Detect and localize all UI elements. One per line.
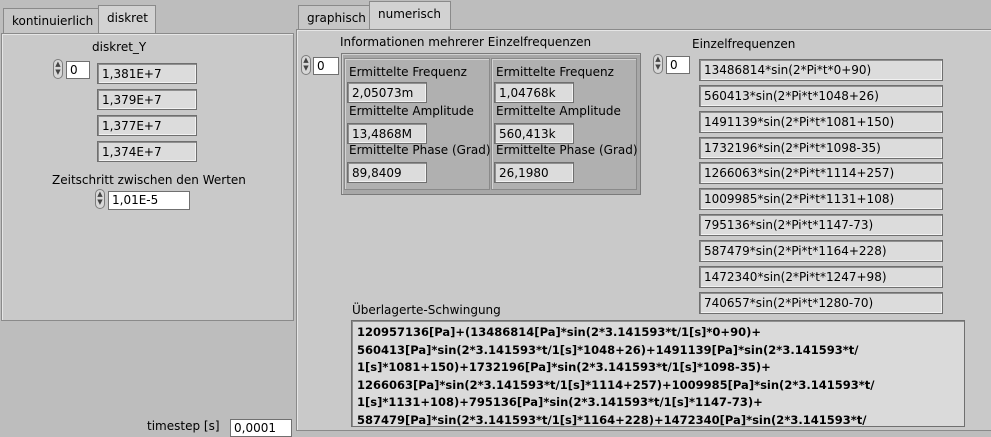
diskret-y-label: diskret_Y	[92, 40, 147, 54]
diskret-value-1: 1,379E+7	[97, 89, 197, 110]
overlay-text: 120957136[Pa]+(13486814[Pa]*sin(2*3.1415…	[351, 320, 965, 427]
diskret-index-input[interactable]: 0	[66, 61, 90, 79]
einzel-index-input[interactable]: 0	[666, 56, 690, 74]
diskret-value-0: 1,381E+7	[97, 63, 197, 84]
zeitschritt-input[interactable]: 1,01E-5	[108, 191, 190, 210]
cluster1-freq-value: 1,04768k	[494, 82, 574, 103]
einzel-item-3: 1732196*sin(2*Pi*t*1098-35)	[699, 137, 943, 159]
einzel-item-2: 1491139*sin(2*Pi*t*1081+150)	[699, 111, 943, 133]
info-label: Informationen mehrerer Einzelfrequenzen	[340, 35, 592, 49]
einzel-label: Einzelfrequenzen	[692, 37, 796, 51]
cluster1-amp-label: Ermittelte Amplitude	[496, 104, 621, 118]
cluster0-freq-label: Ermittelte Frequenz	[349, 65, 467, 79]
cluster1-phase-label: Ermittelte Phase (Grad)	[496, 143, 638, 157]
einzel-item-1: 560413*sin(2*Pi*t*1048+26)	[699, 85, 943, 107]
einzel-item-0: 13486814*sin(2*Pi*t*0+90)	[699, 59, 943, 81]
diskret-value-2: 1,377E+7	[97, 115, 197, 136]
cluster1-amp-value: 560,413k	[494, 123, 574, 144]
cluster1-freq-label: Ermittelte Frequenz	[496, 65, 614, 79]
zeitschritt-label: Zeitschritt zwischen den Werten	[52, 173, 246, 187]
cluster0-freq-value: 2,05073m	[347, 82, 427, 103]
einzel-item-8: 1472340*sin(2*Pi*t*1247+98)	[699, 266, 943, 288]
tab-numerisch[interactable]: numerisch	[369, 1, 451, 30]
einzel-item-7: 587479*sin(2*Pi*t*1164+228)	[699, 240, 943, 262]
cluster0-phase-label: Ermittelte Phase (Grad)	[349, 143, 491, 157]
info-index-input[interactable]: 0	[313, 57, 339, 75]
einzel-item-4: 1266063*sin(2*Pi*t*1114+257)	[699, 162, 943, 184]
einzel-item-9: 740657*sin(2*Pi*t*1280-70)	[699, 292, 943, 314]
tab-kontinuierlich[interactable]: kontinuierlich	[3, 8, 99, 34]
einzel-index-spinner[interactable]: ▲ ▼	[653, 54, 663, 74]
cluster0-amp-label: Ermittelte Amplitude	[349, 104, 474, 118]
tab-graphisch[interactable]: graphisch	[298, 5, 370, 31]
tab-diskret[interactable]: diskret	[98, 5, 156, 34]
diskret-value-3: 1,374E+7	[97, 141, 197, 162]
cluster0-amp-value: 13,4868M	[347, 123, 427, 144]
einzel-item-6: 795136*sin(2*Pi*t*1147-73)	[699, 214, 943, 236]
diskret-index-spinner[interactable]: ▲ ▼	[53, 59, 63, 79]
overlay-label: Überlagerte-Schwingung	[352, 303, 501, 317]
zeitschritt-spinner[interactable]: ▲ ▼	[95, 189, 105, 209]
cluster0-phase-value: 89,8409	[347, 162, 427, 183]
info-index-spinner[interactable]: ▲ ▼	[301, 55, 311, 75]
cluster1-phase-value: 26,1980	[494, 162, 574, 183]
timestep-input[interactable]: 0,0001	[230, 419, 292, 437]
timestep-label: timestep [s]	[147, 419, 220, 433]
einzel-item-5: 1009985*sin(2*Pi*t*1131+108)	[699, 188, 943, 210]
